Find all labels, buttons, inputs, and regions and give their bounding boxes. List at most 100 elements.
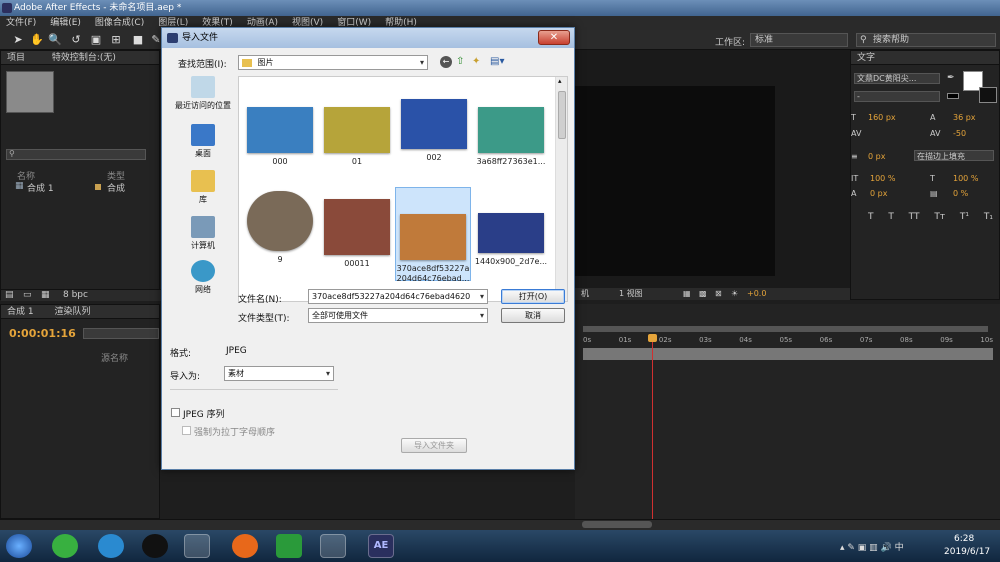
project-item-comp[interactable]: ▦ 合成 1 合成 [3,181,159,194]
after-effects-taskbar-button[interactable]: AE [368,534,394,558]
rectangle-tool-icon[interactable]: ■ [132,34,144,46]
place-computer[interactable]: 计算机 [168,216,238,251]
fast-preview-icon[interactable]: ⊠ [715,288,722,300]
jpeg-sequence-checkbox[interactable] [171,408,180,417]
view-dropdown[interactable]: 机 [581,288,589,300]
tracking-value[interactable]: -50 [953,129,966,138]
font-style-select[interactable]: - [854,91,940,102]
stroke-width-value[interactable]: 0 px [868,152,885,161]
menu-file[interactable]: 文件(F) [6,16,36,30]
tab-effect-controls[interactable]: 特效控制台:(无) [52,53,116,63]
browser-360-icon[interactable] [52,534,78,558]
zoom-tool-icon[interactable]: 🔍 [48,34,62,46]
clock-time[interactable]: 6:28 [954,534,974,544]
tsume-value[interactable]: 0 % [953,189,968,198]
faux-italic-button[interactable]: T [888,212,894,222]
bpc-label[interactable]: 8 bpc [63,290,88,300]
exposure-value[interactable]: +0.0 [747,288,766,300]
firefox-icon[interactable] [232,534,258,558]
menu-edit[interactable]: 编辑(E) [50,16,81,30]
rotate-tool-icon[interactable]: ↺ [70,34,82,46]
eyedropper-icon[interactable]: ✒ [947,73,955,83]
up-folder-icon[interactable]: ⇧ [456,56,464,67]
hand-tool-icon[interactable]: ✋ [30,34,44,46]
file-item[interactable]: 3a68ff27363e1... [473,107,549,166]
tray-icons[interactable]: ▴ ✎ ▣ ▥ 🔊 中 [840,540,904,553]
current-time-indicator[interactable] [652,334,653,519]
file-item[interactable]: 9 [242,191,318,264]
file-item[interactable]: 01 [319,107,395,166]
superscript-button[interactable]: T¹ [960,212,969,222]
qq-icon[interactable] [142,534,168,558]
file-item-selected[interactable]: 370ace8df53227a204d64c76ebad... [395,187,471,283]
close-button[interactable]: ✕ [538,30,570,45]
camera-tool-icon[interactable]: ▣ [90,34,102,46]
force-alphabetical-checkbox[interactable] [182,426,191,435]
tab-render-queue[interactable]: 渲染队列 [54,307,90,317]
tab-comp-1[interactable]: 合成 1 [7,307,34,317]
tab-project[interactable]: 项目 [7,53,25,63]
file-item[interactable]: 1440x900_2d7e... [473,213,549,266]
interpret-footage-icon[interactable]: ▤ [5,290,14,300]
playhead-handle[interactable] [648,334,657,342]
faux-bold-button[interactable]: T [868,212,874,222]
subscript-button[interactable]: T₁ [984,212,993,222]
new-folder-icon[interactable]: ▭ [23,290,32,300]
pan-behind-tool-icon[interactable]: ⊞ [110,34,122,46]
new-folder-icon[interactable]: ✦ [472,56,480,67]
tab-character[interactable]: 文字 [851,51,999,65]
scroll-up-icon[interactable]: ▴ [558,77,562,85]
scrollbar-thumb[interactable] [558,91,566,139]
exposure-icon[interactable]: ☀ [731,288,738,300]
horizontal-scale-value[interactable]: 100 % [953,174,978,183]
back-icon[interactable]: ← [440,56,452,68]
new-comp-icon[interactable]: ▦ [41,290,50,300]
file-list-scrollbar[interactable]: ▴ ▾ [555,77,567,301]
ie-browser-icon[interactable] [98,534,124,558]
import-as-select[interactable]: 素材 ▾ [224,366,334,381]
workspace-select[interactable]: 标准 [750,33,848,47]
view-menu-icon[interactable]: ▤▾ [490,56,504,67]
menu-composition[interactable]: 图像合成(C) [95,16,144,30]
current-timecode[interactable]: 0:00:01:16 [9,327,76,340]
import-folder-button[interactable]: 导入文件夹 [401,438,467,453]
small-caps-button[interactable]: Tт [934,212,945,222]
clock-date[interactable]: 2019/6/17 [944,547,990,557]
font-family-select[interactable]: 文鼎DC黄阳尖... [854,73,940,84]
black-swatch[interactable] [947,93,959,99]
grid-icon[interactable]: ▦ [683,288,691,300]
cancel-button[interactable]: 取消 [501,308,565,323]
notepad-icon[interactable] [320,534,346,558]
filetype-select[interactable]: 全部可使用文件 ▾ [308,308,488,323]
file-item[interactable]: 000 [242,107,318,166]
search-help-field[interactable]: ⚲ 搜索帮助 [856,33,996,47]
stroke-color-swatch[interactable] [979,87,997,103]
place-recent[interactable]: 最近访问的位置 [168,76,238,111]
place-library[interactable]: 库 [168,170,238,205]
stroke-mode-select[interactable]: 在描边上填充 [914,150,994,161]
filename-input[interactable]: 370ace8df53227a204d64c76ebad4620 ▾ [308,289,488,304]
baseline-shift-value[interactable]: 0 px [870,189,887,198]
work-area-bar[interactable] [583,326,988,332]
leading-value[interactable]: 36 px [953,113,976,122]
zoom-slider[interactable] [582,521,652,528]
font-size-value[interactable]: 160 px [868,113,896,122]
file-item[interactable]: 00011 [319,199,395,268]
look-in-select[interactable]: 图片 ▾ [238,55,428,70]
all-caps-button[interactable]: TT [909,212,920,222]
timeline-search-input[interactable] [83,328,159,339]
project-search-input[interactable]: ⚲ [6,149,146,160]
views-dropdown[interactable]: 1 视图 [619,288,643,300]
media-player-icon[interactable] [276,534,302,558]
col-source-name[interactable]: 源名称 [101,351,128,364]
time-ruler[interactable]: 0s 01s 02s 03s 04s 05s 06s 07s 08s 09s 1… [583,336,993,346]
channel-icon[interactable]: ▩ [699,288,707,300]
vertical-scale-value[interactable]: 100 % [870,174,895,183]
place-desktop[interactable]: 桌面 [168,124,238,159]
start-button-icon[interactable] [6,534,32,558]
open-button[interactable]: 打开(O) [501,289,565,304]
place-network[interactable]: 网络 [168,260,238,295]
selection-tool-icon[interactable]: ➤ [12,34,24,46]
file-explorer-icon[interactable] [184,534,210,558]
file-item[interactable]: 002 [396,99,472,162]
